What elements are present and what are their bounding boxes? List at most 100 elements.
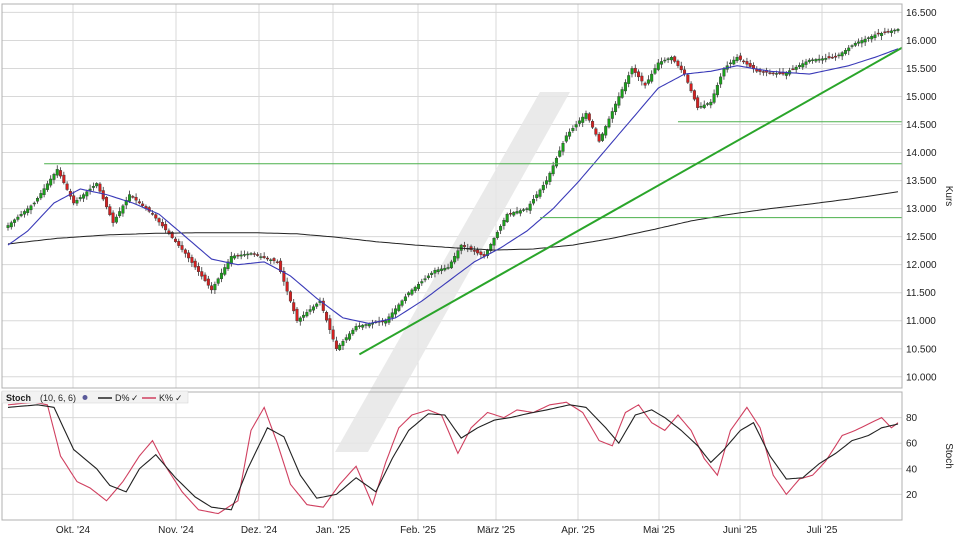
stochastic-panel (7, 401, 899, 515)
stoch-k-line (7, 401, 899, 515)
stoch-title: Stoch (6, 393, 31, 403)
candle (164, 220, 168, 234)
candle (886, 28, 890, 34)
candle (170, 230, 174, 240)
legend-check-d-icon[interactable]: ✓ (131, 393, 139, 403)
candle (269, 258, 273, 265)
candle (866, 36, 870, 42)
price-tick-label: 10.500 (906, 344, 937, 355)
candle (88, 184, 92, 195)
candle (485, 248, 489, 259)
candle (574, 120, 578, 131)
candle (246, 251, 250, 260)
candle (275, 259, 279, 264)
candle (515, 206, 519, 215)
price-tick-label: 10.000 (906, 372, 937, 383)
candle (620, 86, 624, 99)
candle (607, 116, 611, 129)
legend-check-k-icon[interactable]: ✓ (175, 393, 183, 403)
trendline (358, 46, 903, 356)
watermark-shape (335, 92, 570, 452)
candle (361, 323, 365, 331)
candle (354, 323, 358, 332)
settings-icon[interactable] (82, 395, 88, 400)
month-label: Apr. '25 (561, 525, 595, 536)
candle (512, 211, 516, 217)
candle (131, 195, 135, 199)
candle (502, 217, 506, 230)
candle (22, 209, 26, 218)
candle (210, 282, 214, 294)
price-tick-label: 11.500 (906, 288, 936, 299)
month-label: Feb. '25 (400, 525, 436, 536)
candle (804, 58, 808, 68)
candle (765, 67, 769, 77)
price-tick-label: 13.000 (906, 204, 937, 215)
candle (282, 267, 286, 286)
candle (430, 271, 434, 278)
candle (489, 242, 493, 254)
month-label: Okt. '24 (56, 525, 91, 536)
candle (604, 124, 608, 139)
candle (554, 156, 558, 169)
candle (183, 248, 187, 258)
candle (302, 311, 306, 321)
candle (630, 66, 634, 78)
candle (666, 57, 670, 63)
candle (295, 307, 299, 324)
candle (6, 222, 10, 231)
candle (426, 273, 430, 280)
candle (239, 250, 243, 260)
candle (292, 298, 296, 315)
candle (315, 302, 319, 309)
candle (226, 258, 230, 271)
candle (541, 181, 545, 193)
candle (742, 59, 746, 65)
candle (660, 57, 664, 69)
candle (9, 220, 13, 230)
candle (321, 297, 325, 314)
price-tick-label: 14.500 (906, 120, 937, 131)
candle (870, 34, 874, 43)
price-tick-label: 13.500 (906, 176, 937, 187)
price-tick-label: 11.000 (906, 316, 936, 327)
candle (686, 73, 690, 84)
candle (39, 190, 43, 201)
candle (328, 314, 332, 334)
watermark-logo (335, 92, 570, 452)
candle (827, 52, 831, 60)
candle (114, 214, 118, 224)
candle (233, 253, 237, 260)
candle (154, 213, 158, 221)
month-label: Dez. '24 (241, 525, 278, 536)
candle (873, 31, 877, 41)
candle (689, 81, 693, 93)
candle (180, 241, 184, 253)
candle (794, 64, 798, 73)
candle (344, 334, 348, 343)
candle (298, 316, 302, 326)
candle (177, 238, 181, 249)
price-tick-label: 12.000 (906, 260, 937, 271)
candle (305, 309, 309, 318)
axes: 10.000 10.500 11.000 11.500 12.000 12.500 13.0… (1, 3, 954, 536)
candle (216, 277, 220, 286)
candle (811, 57, 815, 64)
price-tick-label: 16.000 (906, 36, 937, 47)
candle (715, 82, 719, 98)
candle (761, 70, 765, 76)
candle (600, 132, 604, 142)
candle (308, 305, 312, 315)
candle (751, 62, 755, 73)
price-tick-label: 14.000 (906, 148, 937, 159)
candle (564, 132, 568, 144)
month-label: Mai '25 (643, 525, 675, 536)
legend-label-d: D% (115, 393, 130, 403)
candle (124, 196, 128, 210)
candle (42, 184, 46, 198)
candle (663, 57, 667, 64)
candle (78, 194, 82, 202)
candle (587, 112, 591, 123)
candle (614, 101, 618, 116)
candle (265, 256, 269, 262)
